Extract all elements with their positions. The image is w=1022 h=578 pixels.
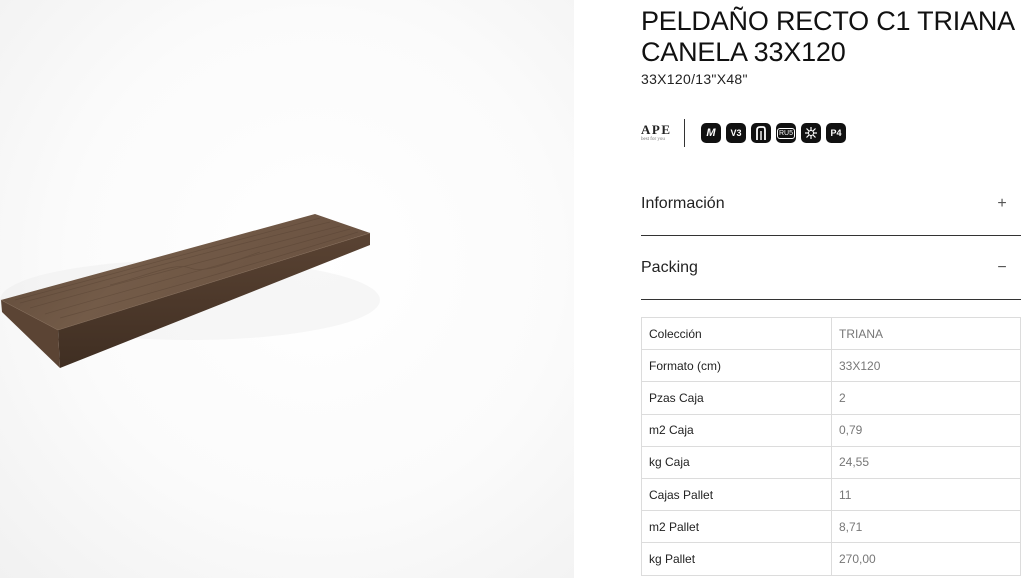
table-cell-label: m2 Pallet (641, 510, 832, 544)
table-cell-value: 33X120 (831, 349, 1021, 383)
table-row: Formato (cm) 33X120 (641, 349, 1021, 383)
product-image-panel (0, 0, 574, 578)
table-row: Colección TRIANA (641, 316, 1021, 351)
badge-divider (684, 119, 685, 147)
table-row: Pzas Caja 2 (641, 381, 1021, 415)
packing-table: Colección TRIANA Formato (cm) 33X120 Pza… (641, 316, 1021, 576)
accordion-informacion[interactable]: Información + (641, 172, 1021, 236)
table-row: kg Caja 24,55 (641, 445, 1021, 479)
table-cell-value: 2 (831, 381, 1021, 415)
table-cell-label: m2 Caja (641, 413, 832, 447)
accordion-packing-label: Packing (641, 258, 698, 276)
table-cell-value: TRIANA (831, 316, 1021, 351)
ru5-badge-icon: RU5 (776, 123, 796, 143)
table-cell-value: 24,55 (831, 445, 1021, 479)
table-cell-label: Pzas Caja (641, 381, 832, 415)
v3-badge-icon: V3 (726, 123, 746, 143)
table-cell-value: 11 (831, 477, 1021, 512)
product-dimensions: 33X120/13"X48" (641, 71, 748, 87)
brand-logo: APE best for you (641, 123, 677, 143)
accordion-informacion-label: Información (641, 194, 725, 212)
plus-icon[interactable]: + (995, 195, 1009, 213)
step-badge-icon (751, 123, 771, 143)
brand-tagline: best for you (641, 137, 665, 142)
table-cell-value: 8,71 (831, 510, 1021, 544)
table-cell-label: Formato (cm) (641, 349, 832, 383)
table-row: m2 Caja 0,79 (641, 413, 1021, 447)
feature-badges: APE best for you M V3 RU5 P4 (641, 118, 851, 148)
table-row: Cajas Pallet 11 (641, 477, 1021, 512)
table-cell-value: 0,79 (831, 413, 1021, 447)
table-row: m2 Pallet 8,71 (641, 510, 1021, 544)
frost-badge-icon (801, 123, 821, 143)
table-row: kg Pallet 270,00 (641, 542, 1021, 576)
table-cell-label: kg Caja (641, 445, 832, 479)
product-title: PELDAÑO RECTO C1 TRIANA CANELA 33X120 (641, 6, 1014, 67)
m-badge-icon: M (701, 123, 721, 143)
p4-badge-icon: P4 (826, 123, 846, 143)
table-cell-label: Cajas Pallet (641, 477, 832, 512)
table-cell-label: kg Pallet (641, 542, 832, 576)
brand-name: APE (641, 122, 672, 137)
table-cell-label: Colección (641, 316, 832, 351)
accordion-packing[interactable]: Packing − (641, 236, 1021, 300)
product-image (0, 214, 380, 368)
minus-icon[interactable]: − (995, 259, 1009, 277)
product-details: PELDAÑO RECTO C1 TRIANA CANELA 33X120 33… (641, 0, 1022, 578)
table-cell-value: 270,00 (831, 542, 1021, 576)
